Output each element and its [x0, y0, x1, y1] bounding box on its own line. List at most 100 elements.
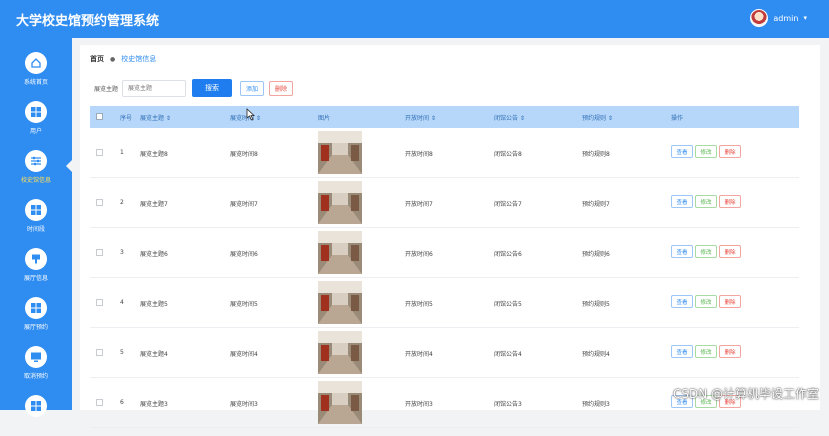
- view-button[interactable]: 查看: [671, 145, 693, 158]
- watermark: CSDN @计算机毕设工作室: [673, 385, 819, 402]
- cell-notice: 闭馆公告5: [494, 299, 522, 308]
- row-actions: 查看 修改 删除: [671, 295, 741, 308]
- delete-button[interactable]: 删除: [719, 345, 741, 358]
- row-checkbox[interactable]: [96, 249, 103, 256]
- breadcrumb: 首页 ● 校史馆信息: [90, 54, 156, 64]
- col-actions: 操作: [671, 113, 683, 122]
- exhibit-photo: [318, 331, 362, 374]
- cell-rule: 预约规则7: [582, 199, 610, 208]
- grid-icon: [25, 101, 47, 123]
- breadcrumb-home[interactable]: 首页: [90, 54, 104, 64]
- data-table: 序号 展览主题 ⇕ 展览时间 ⇕ 图片 开放时间 ⇕ 闭馆公告 ⇕ 预约规则 ⇕…: [90, 106, 799, 428]
- cell-open: 开放时间4: [405, 349, 433, 358]
- cell-open: 开放时间5: [405, 299, 433, 308]
- app-title: 大学校史馆预约管理系统: [16, 10, 159, 29]
- cell-theme: 展览主题4: [140, 349, 168, 358]
- cell-rule: 预约规则5: [582, 299, 610, 308]
- col-index: 序号: [120, 113, 132, 122]
- delete-button[interactable]: 删除: [719, 195, 741, 208]
- batch-delete-button[interactable]: 删除: [269, 81, 293, 96]
- cell-time: 展览时间7: [230, 199, 258, 208]
- sidebar-item-label: 系统首页: [24, 77, 48, 86]
- sidebar: 系统首页 用户 校史馆信息 时间段 展厅信息 展厅预约 取消预约: [0, 38, 72, 410]
- cell-theme: 展览主题6: [140, 249, 168, 258]
- edit-button[interactable]: 修改: [695, 245, 717, 258]
- edit-button[interactable]: 修改: [695, 295, 717, 308]
- delete-button[interactable]: 删除: [719, 245, 741, 258]
- delete-button[interactable]: 删除: [719, 295, 741, 308]
- exhibit-photo: [318, 131, 362, 174]
- table-row[interactable]: 3 展览主题6 展览时间6 开放时间6 闭馆公告6 预约规则6 查看 修改 删除: [90, 228, 799, 278]
- table-body: 1 展览主题8 展览时间8 开放时间8 闭馆公告8 预约规则8 查看 修改 删除…: [90, 128, 799, 428]
- caret-down-icon[interactable]: ▾: [803, 14, 807, 22]
- sidebar-item-label: 用户: [30, 126, 42, 135]
- edit-button[interactable]: 修改: [695, 345, 717, 358]
- sidebar-item-museum-info[interactable]: 校史馆信息: [0, 142, 72, 191]
- cell-notice: 闭馆公告4: [494, 349, 522, 358]
- sidebar-item-home[interactable]: 系统首页: [0, 44, 72, 93]
- grid-icon: [25, 297, 47, 319]
- search-button[interactable]: 搜索: [192, 79, 232, 97]
- view-button[interactable]: 查看: [671, 245, 693, 258]
- sidebar-item-hall-booking[interactable]: 展厅预约: [0, 289, 72, 338]
- cell-time: 展览时间4: [230, 349, 258, 358]
- cell-index: 3: [120, 249, 124, 256]
- view-button[interactable]: 查看: [671, 195, 693, 208]
- edit-button[interactable]: 修改: [695, 145, 717, 158]
- col-rule[interactable]: 预约规则 ⇕: [582, 113, 613, 122]
- add-button[interactable]: 添加: [240, 81, 264, 96]
- sidebar-item-hall-info[interactable]: 展厅信息: [0, 240, 72, 289]
- table-row[interactable]: 5 展览主题4 展览时间4 开放时间4 闭馆公告4 预约规则4 查看 修改 删除: [90, 328, 799, 378]
- cell-rule: 预约规则8: [582, 149, 610, 158]
- cell-time: 展览时间5: [230, 299, 258, 308]
- delete-button[interactable]: 删除: [719, 145, 741, 158]
- col-notice[interactable]: 闭馆公告 ⇕: [494, 113, 525, 122]
- row-checkbox[interactable]: [96, 299, 103, 306]
- row-checkbox[interactable]: [96, 149, 103, 156]
- sidebar-item-label: 取消预约: [24, 371, 48, 380]
- cell-open: 开放时间7: [405, 199, 433, 208]
- sidebar-item-users[interactable]: 用户: [0, 93, 72, 142]
- edit-button[interactable]: 修改: [695, 195, 717, 208]
- exhibit-photo: [318, 381, 362, 424]
- cell-open: 开放时间6: [405, 249, 433, 258]
- cell-time: 展览时间3: [230, 399, 258, 408]
- search-label: 展览主题: [94, 84, 118, 93]
- exhibit-photo: [318, 281, 362, 324]
- sliders-icon: [25, 150, 47, 172]
- cell-index: 6: [120, 399, 124, 406]
- cell-open: 开放时间8: [405, 149, 433, 158]
- row-checkbox[interactable]: [96, 399, 103, 406]
- cell-index: 5: [120, 349, 124, 356]
- view-button[interactable]: 查看: [671, 295, 693, 308]
- top-bar: 大学校史馆预约管理系统 admin ▾: [0, 0, 829, 38]
- select-all-checkbox[interactable]: [96, 113, 103, 120]
- user-menu[interactable]: admin ▾: [750, 9, 807, 27]
- table-header: 序号 展览主题 ⇕ 展览时间 ⇕ 图片 开放时间 ⇕ 闭馆公告 ⇕ 预约规则 ⇕…: [90, 106, 799, 128]
- col-open[interactable]: 开放时间 ⇕: [405, 113, 436, 122]
- monitor-icon: [25, 346, 47, 368]
- cell-theme: 展览主题7: [140, 199, 168, 208]
- avatar[interactable]: [750, 9, 768, 27]
- cell-theme: 展览主题3: [140, 399, 168, 408]
- col-image: 图片: [318, 113, 330, 122]
- row-actions: 查看 修改 删除: [671, 245, 741, 258]
- row-checkbox[interactable]: [96, 349, 103, 356]
- table-row[interactable]: 2 展览主题7 展览时间7 开放时间7 闭馆公告7 预约规则7 查看 修改 删除: [90, 178, 799, 228]
- table-row[interactable]: 1 展览主题8 展览时间8 开放时间8 闭馆公告8 预约规则8 查看 修改 删除: [90, 128, 799, 178]
- row-checkbox[interactable]: [96, 199, 103, 206]
- breadcrumb-separator: ●: [110, 56, 115, 63]
- col-theme[interactable]: 展览主题 ⇕: [140, 113, 171, 122]
- grid-icon: [25, 395, 47, 417]
- view-button[interactable]: 查看: [671, 345, 693, 358]
- table-row[interactable]: 4 展览主题5 展览时间5 开放时间5 闭馆公告5 预约规则5 查看 修改 删除: [90, 278, 799, 328]
- sidebar-item-cancel-booking[interactable]: 取消预约: [0, 338, 72, 387]
- search-input[interactable]: [122, 80, 186, 97]
- sidebar-item-timeslot[interactable]: 时间段: [0, 191, 72, 240]
- sidebar-item-more[interactable]: [0, 387, 72, 436]
- search-bar: 展览主题 搜索 添加 删除: [94, 79, 293, 97]
- cell-rule: 预约规则4: [582, 349, 610, 358]
- row-actions: 查看 修改 删除: [671, 345, 741, 358]
- username[interactable]: admin: [773, 14, 798, 23]
- cell-time: 展览时间6: [230, 249, 258, 258]
